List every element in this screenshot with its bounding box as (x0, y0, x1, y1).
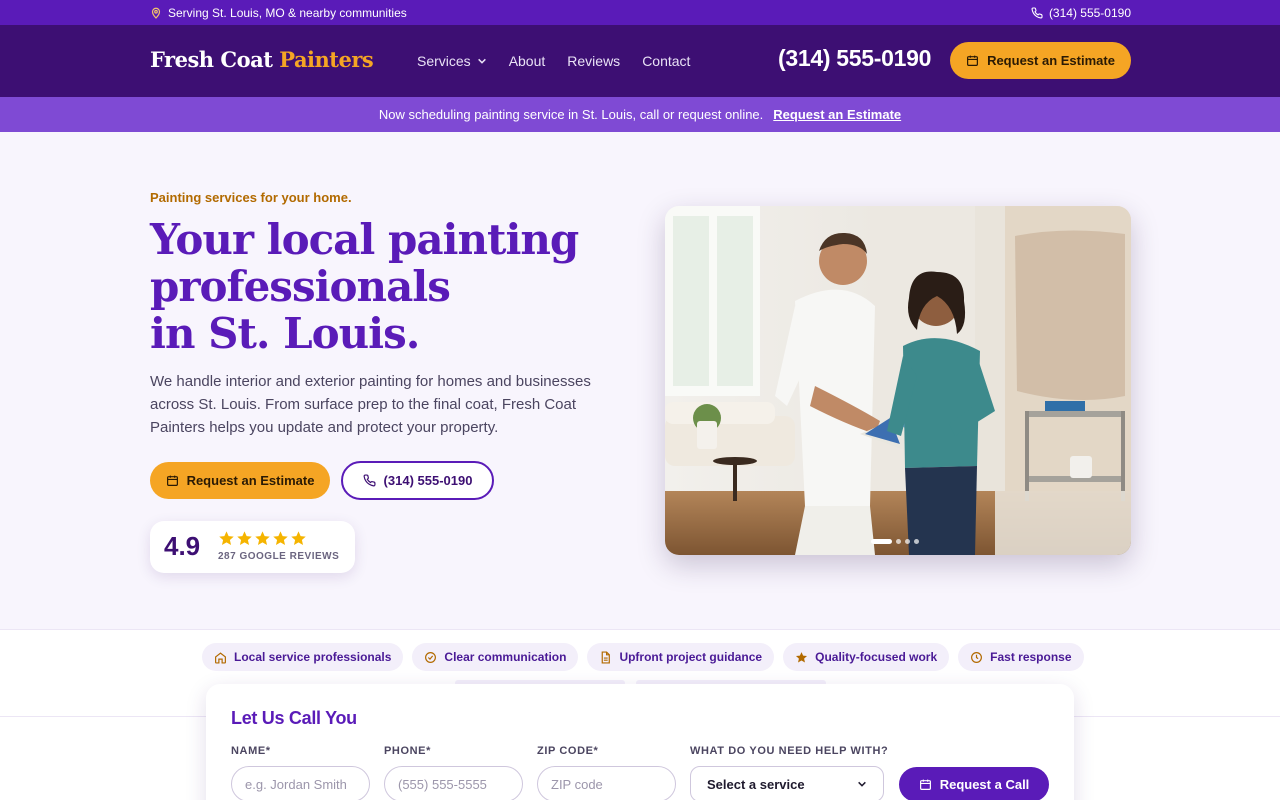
feature-pill-guidance: Upfront project guidance (587, 643, 775, 671)
hero-photo (665, 206, 1131, 555)
chevron-down-icon (858, 781, 866, 787)
calendar-icon (166, 475, 178, 486)
name-label: NAME* (231, 745, 271, 757)
zip-label: ZIP CODE* (537, 745, 599, 757)
feature-label: Clear communication (444, 650, 567, 664)
logo[interactable]: Fresh Coat Painters (150, 47, 374, 72)
service-label: WHAT DO YOU NEED HELP WITH? (690, 745, 889, 757)
nav-services[interactable]: Services (417, 53, 487, 69)
service-select-value: Select a service (707, 776, 805, 792)
star-icon (291, 531, 306, 546)
star-icon (796, 651, 808, 662)
rating-badge: 4.9 287 GOOGLE REVIEWS (150, 521, 355, 573)
feature-label: Fast response (990, 650, 1072, 664)
feature-label: Local service professionals (234, 650, 392, 664)
phone-icon (1031, 6, 1043, 18)
topbar-phone-link[interactable]: (314) 555-0190 (1031, 0, 1131, 25)
header-phone-link[interactable]: (314) 555-0190 (778, 45, 931, 72)
announcement-text: Now scheduling painting service in St. L… (378, 107, 764, 122)
logo-accent: Painters (279, 47, 374, 72)
service-select[interactable]: Select a service (690, 766, 884, 800)
service-area: Serving St. Louis, MO & nearby communiti… (150, 0, 407, 25)
feature-pill-quality: Quality-focused work (783, 643, 950, 671)
rating-score: 4.9 (164, 531, 201, 561)
feature-label: Upfront project guidance (619, 650, 763, 664)
feature-pill-local: Local service professionals (202, 643, 404, 671)
clock-icon (971, 651, 983, 663)
hero-headline: Your local painting professionals in St.… (150, 216, 630, 357)
chevron-down-icon (477, 58, 486, 64)
nav-reviews[interactable]: Reviews (567, 53, 620, 69)
hero-description: We handle interior and exterior painting… (150, 373, 591, 436)
main-nav: Services About Reviews Contact (417, 25, 690, 97)
request-call-label: Request a Call (939, 777, 1030, 792)
feature-label: Quality-focused work (815, 650, 938, 664)
form-title: Let Us Call You (231, 708, 357, 728)
phone-input[interactable] (384, 766, 523, 800)
carousel-dots (871, 539, 919, 544)
phone-icon (363, 474, 376, 487)
nav-about[interactable]: About (509, 53, 546, 69)
location-pin-icon (151, 7, 161, 19)
star-icon (219, 531, 234, 546)
top-info-bar: Serving St. Louis, MO & nearby communiti… (0, 0, 1280, 25)
topbar-phone-text: (314) 555-0190 (1048, 5, 1131, 20)
name-input[interactable] (231, 766, 370, 800)
header-estimate-label: Request an Estimate (987, 53, 1115, 68)
carousel-dot-3[interactable] (905, 539, 910, 544)
request-call-button[interactable]: Request a Call (899, 767, 1049, 800)
calendar-icon (919, 779, 931, 790)
service-area-text: Serving St. Louis, MO & nearby communiti… (168, 5, 407, 20)
carousel-dot-1[interactable] (871, 539, 892, 544)
check-circle-icon (425, 651, 437, 663)
hero-phone-label: (314) 555-0190 (383, 473, 473, 488)
headline-line-3: in St. Louis. (150, 309, 420, 358)
zip-input[interactable] (537, 766, 676, 800)
announcement-estimate-link[interactable]: Request an Estimate (773, 107, 901, 122)
hero-section: Painting services for your home. Your lo… (0, 132, 1280, 629)
rating-count: 287 GOOGLE REVIEWS (218, 551, 340, 562)
headline-line-2: professionals (150, 262, 451, 311)
painters-photo-illustration (665, 206, 1131, 555)
document-icon (602, 650, 611, 664)
star-icon (237, 531, 252, 546)
headline-line-1: Your local painting (150, 215, 579, 264)
hero-eyebrow: Painting services for your home. (150, 190, 352, 205)
site-header: Fresh Coat Painters Services About Revie… (0, 25, 1280, 97)
nav-services-label: Services (417, 53, 471, 69)
feature-pills: Local service professionals Clear commun… (202, 643, 1084, 671)
logo-main: Fresh Coat (150, 47, 273, 72)
star-icon (255, 531, 270, 546)
rating-stars (218, 530, 307, 547)
nav-contact[interactable]: Contact (642, 53, 690, 69)
carousel-dot-4[interactable] (914, 539, 919, 544)
hero-estimate-label: Request an Estimate (186, 473, 315, 488)
phone-label: PHONE* (384, 745, 431, 757)
star-icon (273, 531, 288, 546)
feature-pill-communication: Clear communication (412, 643, 579, 671)
hero-estimate-button[interactable]: Request an Estimate (150, 462, 330, 499)
hero-phone-button[interactable]: (314) 555-0190 (341, 461, 494, 500)
calendar-icon (967, 55, 979, 66)
home-icon (215, 651, 226, 664)
carousel-dot-2[interactable] (896, 539, 901, 544)
header-estimate-button[interactable]: Request an Estimate (950, 42, 1131, 79)
announcement-bar: Now scheduling painting service in St. L… (0, 97, 1280, 132)
call-request-form: Let Us Call You NAME* PHONE* ZIP CODE* W… (206, 684, 1074, 800)
feature-pill-response: Fast response (958, 643, 1084, 671)
